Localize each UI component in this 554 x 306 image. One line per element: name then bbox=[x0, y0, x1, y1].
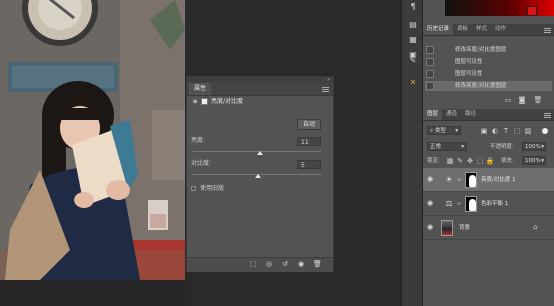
layer-mask-icon[interactable] bbox=[201, 98, 208, 105]
layers-tabs: 图层 通道 路径 bbox=[423, 109, 480, 120]
layer-mask-thumbnail[interactable] bbox=[465, 172, 477, 188]
brightness-slider-thumb[interactable] bbox=[256, 151, 263, 155]
color-balance-icon: ⚖ bbox=[445, 199, 453, 208]
properties-panel: » 属性 ☀ 亮度/对比度 自动 亮度: 11 对比度: 5 使用旧版 ⬚ ◎ … bbox=[186, 76, 334, 272]
lock-icon[interactable]: ⌂ bbox=[533, 223, 537, 231]
history-item[interactable]: 图层可见性 bbox=[425, 69, 552, 79]
opacity-label: 不透明度: bbox=[490, 144, 514, 150]
history-menu-icon[interactable] bbox=[544, 28, 551, 33]
paragraph-icon[interactable]: ¶ bbox=[408, 2, 418, 12]
history-item[interactable]: 修改亮度/对比度图层 bbox=[425, 45, 552, 55]
delete-icon[interactable]: 🗑 bbox=[313, 260, 322, 268]
kind-filter-select[interactable]: ⌕ 类型 ▾ bbox=[427, 126, 461, 135]
history-tabs: 历史记录 调板 样式 动作 bbox=[423, 24, 510, 35]
filter-shape-icon[interactable]: ⬚ bbox=[512, 126, 522, 136]
chain-icon[interactable]: ∞ bbox=[457, 202, 461, 207]
contrast-label: 对比度: bbox=[191, 160, 212, 167]
tab-swatches[interactable]: 调板 bbox=[453, 24, 472, 35]
eye-icon[interactable]: ◉ bbox=[427, 200, 434, 207]
use-legacy-checkbox[interactable] bbox=[191, 186, 196, 191]
filter-adjustment-icon[interactable]: ◐ bbox=[490, 126, 500, 136]
lock-all-icon[interactable]: 🔒 bbox=[485, 156, 495, 166]
color-picker[interactable] bbox=[445, 0, 554, 16]
properties-icon[interactable]: ▦ bbox=[408, 35, 418, 45]
history-item-selected[interactable]: 修改亮度/对比度图层 bbox=[425, 81, 552, 91]
canvas-bottom-area bbox=[0, 280, 185, 306]
foreground-swatch[interactable] bbox=[527, 6, 537, 16]
layer-name: 背景 bbox=[459, 225, 471, 231]
layer-row-color-balance[interactable]: ◉ ⚖ ∞ 色彩平衡 1 bbox=[423, 192, 554, 216]
visibility-icon[interactable]: ◉ bbox=[297, 260, 305, 268]
brush-icon[interactable]: ✎ bbox=[408, 56, 418, 66]
layer-name: 色彩平衡 1 bbox=[481, 201, 509, 207]
lock-image-icon[interactable]: ✎ bbox=[455, 156, 465, 166]
lock-transparent-icon[interactable]: ▦ bbox=[445, 156, 455, 166]
opacity-input[interactable]: 100% ▾ bbox=[522, 142, 546, 151]
chain-icon[interactable]: ∞ bbox=[457, 178, 461, 183]
panel-menu-icon[interactable] bbox=[322, 87, 329, 92]
view-previous-icon[interactable]: ◎ bbox=[265, 260, 273, 268]
tab-styles[interactable]: 样式 bbox=[472, 24, 491, 35]
filter-smart-icon[interactable]: ▨ bbox=[523, 126, 533, 136]
new-document-icon[interactable]: ▭ bbox=[503, 95, 513, 105]
history-thumb-icon bbox=[426, 58, 434, 66]
tab-history[interactable]: 历史记录 bbox=[423, 24, 454, 35]
layer-mask-thumbnail[interactable] bbox=[465, 196, 477, 212]
background-thumbnail[interactable] bbox=[441, 220, 453, 236]
eye-icon[interactable]: ◉ bbox=[427, 176, 434, 183]
layers-menu-icon[interactable] bbox=[544, 113, 551, 118]
contrast-slider-thumb[interactable] bbox=[255, 174, 262, 178]
adjustment-name: 亮度/对比度 bbox=[211, 98, 244, 105]
lock-label: 锁定: bbox=[427, 158, 440, 164]
brightness-input[interactable]: 11 bbox=[297, 137, 321, 146]
layer-row-background[interactable]: ◉ 背景 ⌂ bbox=[423, 216, 554, 240]
filter-type-icon[interactable]: T bbox=[501, 126, 511, 136]
properties-footer bbox=[187, 257, 333, 272]
history-thumb-icon bbox=[426, 46, 434, 54]
layer-name: 亮度/对比度 1 bbox=[481, 177, 516, 183]
tab-layers[interactable]: 图层 bbox=[423, 109, 443, 120]
brightness-adjustment-icon: ☀ bbox=[192, 98, 199, 106]
reset-icon[interactable]: ↺ bbox=[281, 260, 289, 268]
snapshot-icon[interactable]: ◙ bbox=[517, 95, 527, 105]
panel-icon-strip: ¶ ▤ ▦ ▣ ✎ ✕ bbox=[401, 0, 423, 306]
lock-position-icon[interactable]: ✥ bbox=[465, 156, 475, 166]
blend-mode-select[interactable]: 正常 ▾ bbox=[427, 142, 467, 151]
fill-label: 填充: bbox=[501, 158, 514, 164]
layer-row-brightness-contrast[interactable]: ◉ ☀ ∞ 亮度/对比度 1 bbox=[423, 168, 554, 192]
history-icon[interactable]: ▤ bbox=[408, 20, 418, 30]
right-panels: 历史记录 调板 样式 动作 修改亮度/对比度图层 图层可见性 图层可见性 修改亮… bbox=[423, 0, 554, 306]
tab-channels[interactable]: 通道 bbox=[442, 109, 461, 120]
filter-pixel-icon[interactable]: ▣ bbox=[479, 126, 489, 136]
brightness-label: 亮度: bbox=[191, 137, 206, 144]
contrast-input[interactable]: 5 bbox=[297, 160, 321, 169]
clip-to-layer-icon[interactable]: ⬚ bbox=[249, 260, 257, 268]
auto-button[interactable]: 自动 bbox=[297, 119, 321, 130]
use-legacy-label: 使用旧版 bbox=[200, 185, 225, 192]
history-thumb-icon bbox=[426, 70, 434, 78]
history-delete-icon[interactable]: 🗑 bbox=[533, 95, 543, 105]
photo-canvas[interactable] bbox=[0, 0, 185, 280]
filter-toggle[interactable] bbox=[542, 128, 548, 134]
brightness-adjustment-icon: ☀ bbox=[445, 175, 453, 184]
portrait-photo bbox=[0, 0, 185, 280]
fill-input[interactable]: 100% ▾ bbox=[522, 156, 546, 165]
tab-actions[interactable]: 动作 bbox=[491, 24, 510, 35]
lock-artboard-icon[interactable]: ⬚ bbox=[475, 156, 485, 166]
eye-icon[interactable]: ◉ bbox=[427, 224, 434, 231]
tab-properties[interactable]: 属性 bbox=[189, 83, 212, 95]
tools-icon[interactable]: ✕ bbox=[408, 78, 418, 88]
history-item[interactable]: 图层可见性 bbox=[425, 57, 552, 67]
history-thumb-icon bbox=[426, 82, 434, 90]
tab-paths[interactable]: 路径 bbox=[461, 109, 480, 120]
